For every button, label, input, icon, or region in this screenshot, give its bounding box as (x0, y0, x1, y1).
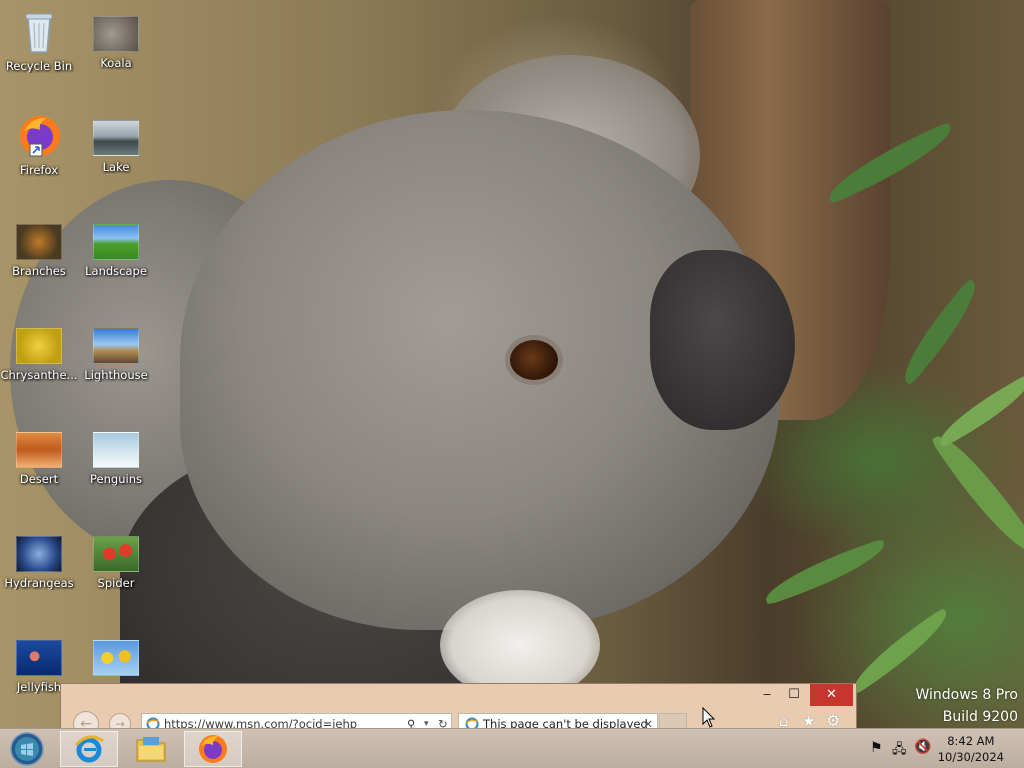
start-button[interactable] (0, 731, 54, 767)
taskbar: ⚑ 🖧 🔇 8:42 AM 10/30/2024 (0, 728, 1024, 768)
network-icon[interactable]: 🖧 (892, 740, 907, 762)
desktop-icon-label: Spider (97, 576, 135, 590)
windows-orb-icon (10, 732, 44, 766)
close-icon: ✕ (826, 687, 837, 702)
image-thumbnail-icon (16, 224, 62, 260)
system-tray: ⚑ 🖧 🔇 8:42 AM 10/30/2024 (854, 729, 1024, 768)
wallpaper-koala-eye (510, 340, 558, 380)
desktop-icon-label: Branches (12, 264, 66, 278)
taskbar-file-explorer[interactable] (122, 731, 180, 767)
desktop-icon-label: Recycle Bin (5, 59, 73, 73)
desktop-icon-penguins[interactable]: Penguins (77, 432, 155, 486)
desktop-icon-label: Hydrangeas (4, 576, 74, 590)
firefox-icon (20, 116, 60, 157)
minimize-button[interactable]: ‒ (756, 684, 778, 706)
desktop-icon-label: Penguins (90, 472, 142, 486)
internet-explorer-window[interactable]: ‒ ☐ ✕ ← → https://www.msn.com/?ocid=iehp… (60, 683, 857, 737)
internet-explorer-icon (74, 735, 104, 763)
image-thumbnail-icon (93, 16, 139, 52)
taskbar-firefox[interactable] (184, 731, 242, 767)
desktop-icon-desert[interactable]: Desert (0, 432, 78, 486)
maximize-button[interactable]: ☐ (782, 684, 806, 706)
maximize-icon: ☐ (788, 687, 800, 702)
image-thumbnail-icon (93, 536, 139, 572)
minimize-icon: ‒ (762, 687, 772, 702)
recycle-bin-icon (25, 13, 53, 53)
desktop-icon-label: Lighthouse (84, 368, 148, 382)
wallpaper-leaf (931, 373, 1024, 449)
image-thumbnail-icon (16, 640, 62, 676)
wallpaper-leaf (759, 538, 891, 606)
watermark-build: Build 9200 (942, 709, 1018, 725)
desktop-icon-lake[interactable]: Lake (77, 120, 155, 174)
desktop-icon-firefox[interactable]: Firefox (0, 112, 78, 177)
desktop-icon-label: Chrysanthe... (0, 368, 78, 382)
desktop-icon-lighthouse[interactable]: Lighthouse (77, 328, 155, 382)
close-button[interactable]: ✕ (810, 684, 853, 706)
desktop-icon-landscape[interactable]: Landscape (77, 224, 155, 278)
clock-date: 10/30/2024 (937, 750, 1004, 764)
clock-time: 8:42 AM (947, 734, 995, 748)
image-thumbnail-icon (93, 224, 139, 260)
volume-muted-icon[interactable]: 🔇 (914, 739, 931, 755)
desktop-icon-tulips[interactable] (77, 640, 155, 680)
image-thumbnail-icon (93, 640, 139, 676)
desktop-icon-hydrangeas[interactable]: Hydrangeas (0, 536, 78, 590)
image-thumbnail-icon (93, 120, 139, 156)
wallpaper-leaf (844, 607, 956, 695)
desktop-icon-label: Koala (100, 56, 132, 70)
desktop-icon-label: Landscape (85, 264, 147, 278)
image-thumbnail-icon (93, 432, 139, 468)
desktop-icon-spider[interactable]: Spider (77, 536, 155, 590)
watermark-edition: Windows 8 Pro (915, 687, 1018, 703)
taskbar-internet-explorer[interactable] (60, 731, 118, 767)
image-thumbnail-icon (16, 432, 62, 468)
desktop-icon-recycle-bin[interactable]: Recycle Bin (0, 8, 78, 73)
desktop-icon-label: Desert (19, 472, 59, 486)
desktop-icon-label: Firefox (19, 163, 59, 177)
firefox-icon (199, 735, 227, 763)
image-thumbnail-icon (16, 328, 62, 364)
desktop-icon-label: Lake (102, 160, 130, 174)
windows-build-watermark: Windows 8 Pro Build 9200 (915, 684, 1018, 728)
mouse-cursor-icon (702, 707, 716, 728)
folder-icon (136, 737, 166, 762)
image-thumbnail-icon (93, 328, 139, 364)
action-center-flag-icon[interactable]: ⚑ (870, 740, 883, 756)
image-thumbnail-icon (16, 536, 62, 572)
clock[interactable]: 8:42 AM 10/30/2024 (938, 733, 1004, 765)
desktop-icon-chrysanthemum[interactable]: Chrysanthe... (0, 328, 78, 382)
desktop-icon-koala[interactable]: Koala (77, 16, 155, 70)
wallpaper-leaf (892, 278, 988, 386)
desktop-icon-branches[interactable]: Branches (0, 224, 78, 278)
